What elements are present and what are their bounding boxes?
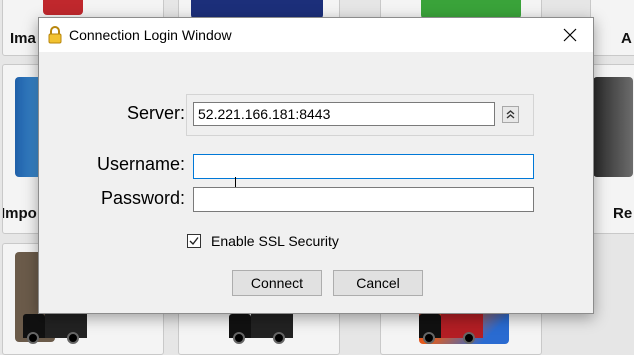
chevron-up-double-icon	[506, 110, 515, 119]
connect-button[interactable]: Connect	[232, 270, 322, 296]
cancel-button[interactable]: Cancel	[333, 270, 423, 296]
dialog-title: Connection Login Window	[69, 27, 232, 43]
tile-re[interactable]: Re	[590, 64, 634, 234]
password-input[interactable]	[193, 187, 534, 212]
ssl-checkbox[interactable]	[187, 234, 201, 248]
checkmark-icon	[189, 237, 199, 246]
tile-a-label: A	[621, 30, 632, 47]
tile-image-label: Ima	[10, 30, 36, 47]
ssl-checkbox-label[interactable]: Enable SSL Security	[211, 233, 339, 249]
connection-login-dialog: Connection Login Window Server: Username…	[38, 17, 594, 314]
tile-re-label: Re	[613, 205, 633, 222]
username-label: Username:	[96, 154, 185, 174]
password-label: Password:	[100, 188, 185, 208]
lock-icon	[47, 26, 63, 44]
server-expand-button[interactable]	[502, 106, 519, 123]
close-icon	[563, 28, 577, 42]
title-bar[interactable]: Connection Login Window	[39, 18, 593, 52]
tile-a[interactable]: A	[590, 0, 634, 56]
server-label: Server:	[126, 103, 185, 123]
tile-import-label: Impo	[2, 205, 37, 222]
server-input[interactable]	[193, 102, 495, 126]
close-button[interactable]	[547, 18, 593, 52]
username-input[interactable]	[193, 154, 534, 179]
tile-image-art	[43, 0, 83, 15]
tile-re-art	[593, 77, 633, 177]
